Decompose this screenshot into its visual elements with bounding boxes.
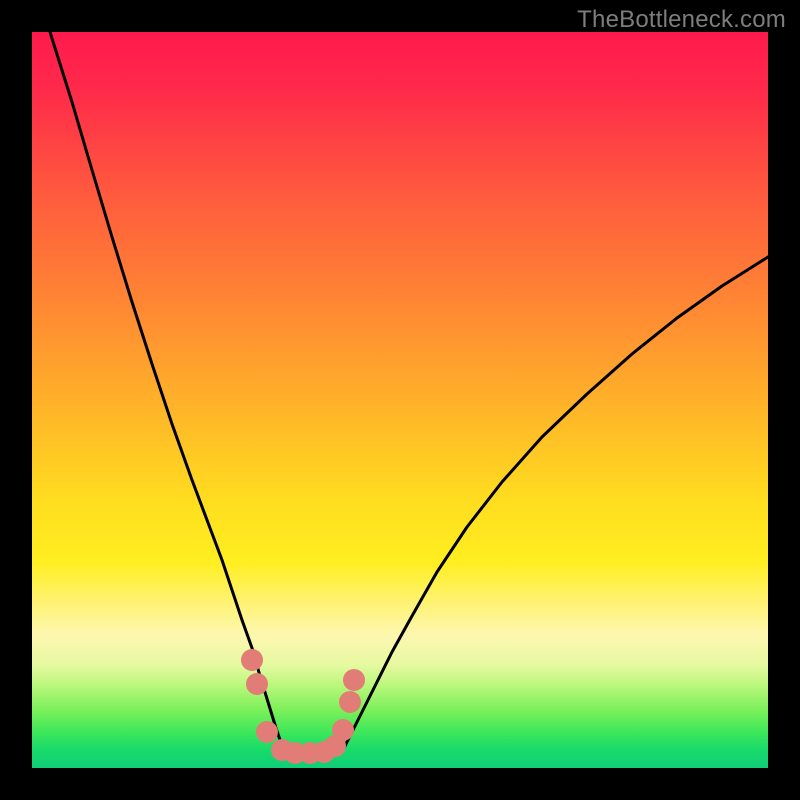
- data-point: [339, 691, 361, 713]
- curve-left-curve: [50, 32, 284, 752]
- curve-layer: [32, 32, 768, 768]
- outer-frame: TheBottleneck.com: [0, 0, 800, 800]
- data-point: [241, 649, 263, 671]
- data-point: [332, 719, 354, 741]
- data-point: [343, 669, 365, 691]
- watermark-text: TheBottleneck.com: [577, 6, 786, 34]
- curve-right-curve: [342, 257, 768, 752]
- data-point: [246, 673, 268, 695]
- plot-area: [32, 32, 768, 768]
- data-point: [256, 721, 278, 743]
